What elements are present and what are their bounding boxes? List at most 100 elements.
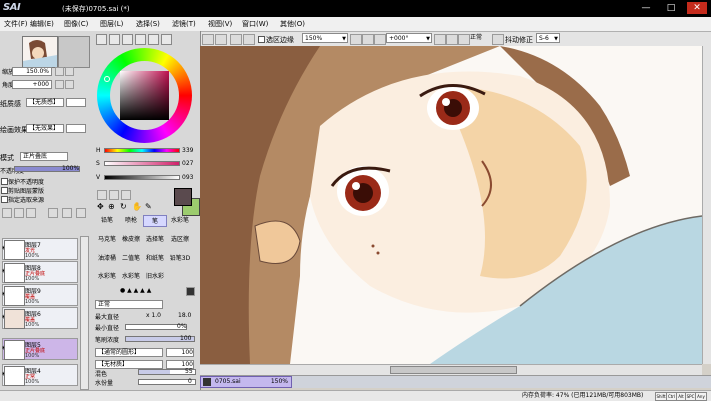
nav-angle-left[interactable]	[55, 80, 64, 89]
brush-tip-square[interactable]	[186, 287, 195, 296]
layer-list-scrollbar[interactable]	[80, 236, 89, 390]
selection-source-checkbox[interactable]	[1, 196, 8, 203]
tool-washi-pen[interactable]: 和纸笔	[143, 253, 167, 265]
tool-bucket[interactable]: 油漆桶	[95, 253, 119, 265]
new-linework-layer-icon[interactable]	[14, 208, 24, 218]
tool-watercolor[interactable]: 水彩笔	[167, 215, 193, 227]
zoom-reset-icon[interactable]	[374, 34, 386, 45]
menu-select[interactable]: 选择(S)	[134, 18, 162, 30]
layer-item-selected[interactable]: ◉ 图层5 正片叠底 100%	[2, 338, 78, 360]
brush-tip-presets[interactable]: ● ▲ ▲ ▲ ▲	[120, 287, 151, 294]
drawing-canvas[interactable]	[200, 46, 702, 364]
rotate-left-icon[interactable]	[434, 34, 446, 45]
stabilizer-select[interactable]: S-6 ▼	[536, 33, 560, 43]
brush-shape-select[interactable]: 【通常的圆形】	[95, 348, 163, 357]
clear-layer-icon[interactable]	[62, 208, 72, 218]
rotate-icon[interactable]: ↻	[120, 202, 127, 211]
layer-item[interactable]: ◉ 图层9 覆盖 100%	[2, 284, 78, 306]
new-layer-icon[interactable]	[2, 208, 12, 218]
flip-horizontal-icon[interactable]	[492, 34, 504, 45]
maximize-button[interactable]: □	[661, 2, 681, 14]
nav-zoom-field[interactable]: 150.0%	[12, 67, 52, 76]
tool-eraser[interactable]: 橡皮擦	[119, 234, 143, 246]
merge-down-icon[interactable]	[48, 208, 58, 218]
menu-edit[interactable]: 编辑(E)	[28, 18, 56, 30]
brush-texture-select[interactable]: 【无材质】	[95, 360, 163, 369]
scratchpad-tab[interactable]	[161, 34, 172, 45]
new-folder-icon[interactable]	[26, 208, 36, 218]
menu-window[interactable]: 窗口(W)	[240, 18, 270, 30]
hue-slider[interactable]	[104, 148, 180, 153]
tool-marker[interactable]: 马克笔	[95, 234, 119, 246]
mixer-tab[interactable]	[135, 34, 146, 45]
rect-select-icon[interactable]	[97, 190, 107, 200]
hand-icon[interactable]: ✋	[132, 202, 142, 211]
nav-zoom-minus[interactable]	[55, 67, 64, 76]
tool-select-pen[interactable]: 选择笔	[143, 234, 167, 246]
layer-item[interactable]: ◉ 图层7 发光 100%	[2, 238, 78, 260]
tool-watercolor-2[interactable]: 水彩笔	[95, 271, 119, 283]
value-slider[interactable]	[104, 175, 180, 180]
magic-wand-icon[interactable]	[121, 190, 131, 200]
invert-icon[interactable]	[230, 34, 242, 45]
color-wheel-tab[interactable]	[96, 34, 107, 45]
rotation-select[interactable]: +000° ▼	[386, 33, 432, 43]
nav-angle-right[interactable]	[65, 80, 74, 89]
menu-filter[interactable]: 滤镜(T)	[170, 18, 198, 30]
layer-item[interactable]: ◉ 图层4 正常 100%	[2, 364, 78, 386]
rotate-right-icon[interactable]	[446, 34, 458, 45]
tool-pencil-3d[interactable]: 铅笔3D	[167, 253, 193, 265]
canvas-vertical-scrollbar[interactable]	[702, 46, 711, 364]
swatches-tab[interactable]	[148, 34, 159, 45]
saturation-value-box[interactable]	[120, 71, 169, 120]
tool-binary-pen[interactable]: 二值笔	[119, 253, 143, 265]
delete-layer-icon[interactable]	[76, 208, 86, 218]
deselect-icon[interactable]	[215, 34, 227, 45]
zoom-in-icon[interactable]	[362, 34, 374, 45]
brush-size-value[interactable]: 18.0	[178, 312, 191, 319]
tool-brush[interactable]: 笔	[143, 215, 167, 227]
tool-watercolor-3[interactable]: 水彩笔	[119, 271, 143, 283]
close-button[interactable]: ✕	[687, 2, 707, 14]
brush-size-multiplier[interactable]: x 1.0	[146, 312, 161, 319]
lasso-icon[interactable]	[109, 190, 119, 200]
zoom-out-icon[interactable]	[350, 34, 362, 45]
menu-view[interactable]: 视图(V)	[206, 18, 234, 30]
paint-effect-select[interactable]: 【无效果】	[26, 124, 64, 133]
tool-old-watercolor[interactable]: 旧水彩	[143, 271, 167, 283]
document-tab[interactable]: 0705.sai 150%	[200, 376, 292, 388]
zoom-icon[interactable]: ⊕	[108, 202, 115, 211]
eyedropper-icon[interactable]: ✎	[145, 202, 152, 211]
menu-image[interactable]: 图像(C)	[62, 18, 90, 30]
minimize-button[interactable]: —	[636, 2, 656, 14]
selection-edge-checkbox[interactable]	[258, 36, 265, 43]
tool-pencil[interactable]: 铅笔	[95, 215, 119, 227]
select-all-icon[interactable]	[202, 34, 214, 45]
layer-mode-select[interactable]: 正片叠底	[20, 152, 68, 161]
tool-select-eraser[interactable]: 选区擦	[167, 234, 193, 246]
layer-item[interactable]: ◉ 图层6 覆盖 100%	[2, 307, 78, 329]
saturation-slider[interactable]	[104, 161, 180, 166]
nav-zoom-plus[interactable]	[65, 67, 74, 76]
zoom-select[interactable]: 150% ▼	[302, 33, 348, 43]
layer-item[interactable]: ◉ 图层8 正片叠底 100%	[2, 261, 78, 283]
navigator-thumbnail[interactable]	[22, 36, 58, 68]
menu-other[interactable]: 其他(O)	[278, 18, 307, 30]
menu-layer[interactable]: 图层(L)	[98, 18, 125, 30]
nav-angle-field[interactable]: +000	[12, 80, 52, 89]
clipping-mask-checkbox[interactable]	[1, 187, 8, 194]
hue-marker[interactable]	[104, 76, 110, 82]
hide-selection-icon[interactable]	[243, 34, 255, 45]
move-icon[interactable]: ✥	[97, 202, 104, 211]
tool-airbrush[interactable]: 喷枪	[119, 215, 143, 227]
hsv-slider-tab[interactable]	[122, 34, 133, 45]
horizontal-scroll-thumb[interactable]	[390, 366, 517, 374]
protect-opacity-checkbox[interactable]	[1, 178, 8, 185]
brush-blend-mode[interactable]: 正常	[95, 300, 163, 309]
paint-effect-strength[interactable]	[66, 124, 86, 133]
paper-texture-strength[interactable]	[66, 98, 86, 107]
rgb-slider-tab[interactable]	[109, 34, 120, 45]
brush-shape-strength[interactable]: 100	[166, 348, 194, 357]
menu-file[interactable]: 文件(F)	[2, 18, 30, 30]
paper-texture-select[interactable]: 【无质感】	[26, 98, 64, 107]
